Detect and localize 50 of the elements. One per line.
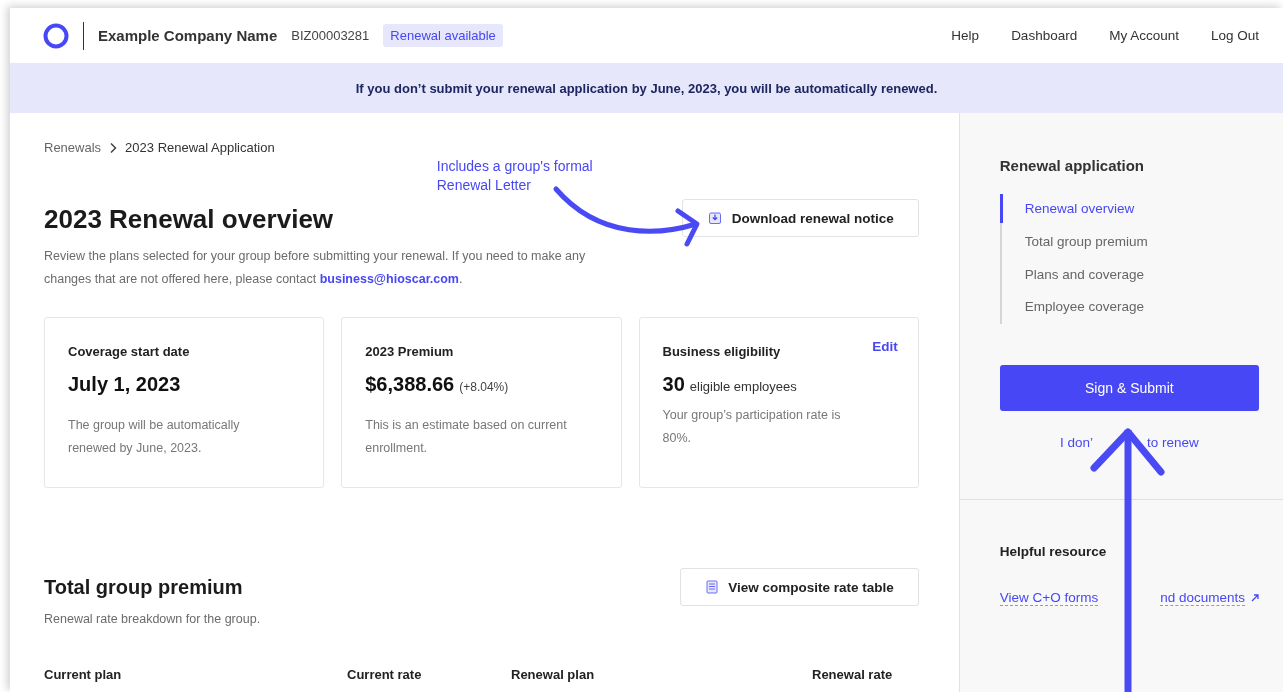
card-note: Your group’s participation rate is 80%. [662,407,842,447]
rate-table-button[interactable]: View composite rate table [680,568,919,606]
status-badge: Renewal available [383,24,503,47]
column-header: Renewal plan [511,667,596,682]
sidebar-nav-item[interactable]: Total group premium [999,226,1259,259]
sidebar-nav-item[interactable]: Employee coverage [999,291,1259,324]
nav-link[interactable]: Log Out [1210,28,1259,43]
section-description: Renewal rate breakdown for the group. [44,611,262,628]
resources-title: Helpful resource [999,544,1108,559]
nav-link[interactable]: Dashboard [1011,28,1078,43]
company-name: Example Company Name [98,27,278,44]
card-label: Business eligibility [662,344,781,359]
page-title: 2023 Renewal overview [44,204,334,235]
sidebar-nav-item[interactable]: Renewal overview [999,194,1259,223]
email-link[interactable]: business@hioscar.com [319,272,459,286]
card-label: Coverage start date [68,344,190,359]
card-value: $6,388.66 [365,373,455,396]
document-icon [706,580,719,594]
annotation-note: Includes a group's formal Renewal Letter [436,157,594,195]
logo-icon [43,22,69,49]
resource-link[interactable]: View C+O forms [999,590,1099,606]
column-header: Renewal rate [812,667,894,682]
download-button[interactable]: Download renewal notice [681,199,919,237]
column-header: Current rate [347,667,423,682]
notice-banner: If you don’t submit your renewal application by June, 2023, you will be automatically renewed. [10,63,1283,113]
card-note: The group will be automatically renewed by June, 2023. [68,417,241,457]
nav-link[interactable]: My Account [1109,28,1179,43]
card-note: This is an estimate based on current enrollment. [365,417,568,457]
account-id: BIZ00003281 [291,28,370,43]
sidebar-title: Renewal application [999,157,1145,174]
overview-description: Review the plans selected for your group before submitting your renewal. If you need to make any changes that are not offered here, please contact business@hioscar.com. [44,248,587,288]
decline-link[interactable]: to renew [1147,434,1199,450]
premium-change: (+8.04%) [459,380,509,394]
card-value: 30 [662,373,685,396]
sidebar-nav-item[interactable]: Plans and coverage [999,258,1259,291]
chevron-right-icon [109,141,118,154]
resource-link[interactable]: nd documents [1160,590,1245,606]
external-link-icon [1251,594,1259,602]
card-value: July 1, 2023 [68,373,181,396]
breadcrumb-current: 2023 Renewal Application [125,140,275,155]
column-header: Current plan [44,667,123,682]
card-label: 2023 Premium [365,344,454,359]
breadcrumb-link[interactable]: Renewals [44,140,102,155]
nav-link[interactable]: Help [951,28,980,43]
section-title: Total group premium [44,575,243,599]
edit-link[interactable]: Edit [872,339,898,354]
decline-link[interactable]: I don’ [1060,434,1093,450]
submit-button[interactable]: Sign & Submit [999,364,1259,411]
download-icon [707,211,722,225]
employee-unit: eligible employees [689,379,797,394]
